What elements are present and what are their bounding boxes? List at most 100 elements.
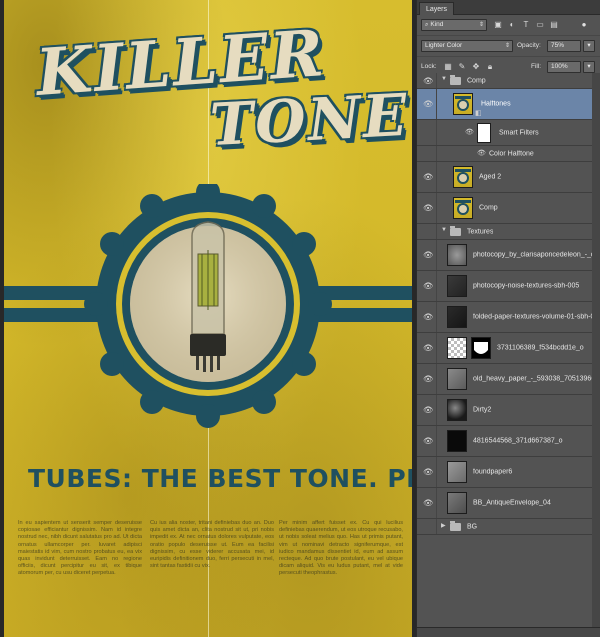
layer-bb-antique-envelope[interactable]: 👁︎ BB_AntiqueEnvelope_04 (417, 488, 600, 519)
layer-name: folded-paper-textures-volume-01-sbh-00 (473, 313, 593, 321)
poster-title-line2: TONE (208, 80, 411, 160)
chevron-right-icon[interactable]: ▶ (441, 522, 446, 529)
layers-scrollbar[interactable] (592, 73, 600, 627)
layer-thumbnail (447, 492, 467, 514)
layer-name: Halftones (481, 100, 511, 108)
layer-name: old_heavy_paper_-_593038_70513966 (473, 375, 593, 383)
search-icon: ⌕ (425, 22, 429, 28)
folder-icon (450, 521, 461, 531)
filter-toggle-icon[interactable]: ● (579, 20, 589, 30)
blend-mode-select[interactable]: Lighter Color ⇕ (421, 40, 513, 52)
folder-icon (450, 226, 461, 236)
layer-color-halftone-filter[interactable]: 👁︎ Color Halftone (417, 146, 600, 162)
vacuum-tube-icon (190, 221, 226, 372)
opacity-value: 75% (551, 42, 565, 49)
layer-smart-filters[interactable]: 👁︎ Smart Filters (417, 120, 600, 146)
filter-smartobject-icon[interactable]: ▤ (549, 20, 559, 30)
layer-comp[interactable]: 👁︎ Comp (417, 193, 600, 224)
eye-icon[interactable]: 👁︎ (423, 76, 433, 85)
layer-4816544568[interactable]: 👁︎ 4816544568_371d667387_o (417, 426, 600, 457)
layer-folded-paper[interactable]: 👁︎ folded-paper-textures-volume-01-sbh-0… (417, 302, 600, 333)
visibility-column: 👁︎ (417, 73, 437, 88)
visibility-column: 👁︎ (417, 193, 437, 223)
layer-photocopy-noise[interactable]: 👁︎ photocopy-noise-textures-sbh-005 (417, 271, 600, 302)
eye-icon[interactable]: 👁︎ (423, 406, 433, 415)
eye-icon[interactable]: 👁︎ (423, 344, 433, 353)
eye-icon[interactable]: 👁︎ (423, 499, 433, 508)
layer-foundpaper6[interactable]: 👁︎ foundpaper6 (417, 457, 600, 488)
layers-panel: Layers ⌕ Kind ⇕ ▣ ◐ T ▭ ▤ ● Lighter Color… (416, 0, 600, 637)
opacity-label: Opacity: (517, 42, 541, 49)
layer-group-bg[interactable]: ▶ BG (417, 519, 600, 535)
layer-thumbnail (453, 166, 473, 188)
visibility-column (417, 224, 437, 239)
lock-all-icon[interactable]: 🔒︎ (485, 62, 495, 72)
layer-dirty2[interactable]: 👁︎ Dirty2 (417, 395, 600, 426)
layer-thumbnail (447, 399, 467, 421)
layer-thumbnail (447, 275, 467, 297)
fill-field[interactable]: 100% (547, 61, 581, 73)
layer-thumbnail (447, 337, 467, 359)
layer-3731106389[interactable]: 👁︎ 3731106389_f534bcdd1e_o (417, 333, 600, 364)
visibility-column: 👁︎ (417, 162, 437, 192)
visibility-column: 👁︎ (417, 364, 437, 394)
layer-name: photocopy-noise-textures-sbh-005 (473, 282, 580, 290)
layer-name: 4816544568_371d667387_o (473, 437, 563, 445)
opacity-dropdown-icon[interactable]: ▾ (583, 40, 595, 52)
tab-layers[interactable]: Layers (419, 2, 455, 15)
visibility-column (417, 146, 437, 161)
panel-tab-bar: Layers (417, 0, 600, 15)
layer-mask-thumbnail (471, 337, 491, 359)
lock-transparent-icon[interactable]: ▦ (443, 62, 453, 72)
eye-icon[interactable]: 👁︎ (423, 173, 433, 182)
filter-adjustment-icon[interactable]: ◐ (507, 20, 517, 30)
eye-icon[interactable]: 👁︎ (423, 204, 433, 213)
eye-icon[interactable]: 👁︎ (423, 437, 433, 446)
lock-label: Lock: (421, 63, 437, 70)
layer-old-heavy-paper[interactable]: 👁︎ old_heavy_paper_-_593038_70513966 (417, 364, 600, 395)
chevron-down-icon[interactable]: ▼ (441, 76, 447, 82)
visibility-column: 👁︎ (417, 271, 437, 301)
eye-icon[interactable]: 👁︎ (477, 149, 486, 157)
fill-label: Fill: (531, 63, 542, 70)
eye-icon[interactable]: 👁︎ (423, 100, 433, 109)
filter-pixel-icon[interactable]: ▣ (493, 20, 503, 30)
lock-brush-icon[interactable]: ✎ (457, 62, 467, 72)
layer-name: foundpaper6 (473, 468, 513, 476)
layer-name: Comp (467, 77, 486, 84)
layer-thumbnail (453, 93, 473, 115)
filter-type-icon[interactable]: T (521, 20, 531, 30)
layer-thumbnail (447, 368, 467, 390)
filter-kind-select[interactable]: ⌕ Kind ⇕ (421, 19, 487, 31)
visibility-column: 👁︎ (417, 89, 437, 119)
eye-icon[interactable]: 👁︎ (423, 282, 433, 291)
eye-icon[interactable]: 👁︎ (423, 251, 433, 260)
eye-icon[interactable]: 👁︎ (423, 375, 433, 384)
layer-group-textures[interactable]: ▼ Textures (417, 224, 600, 240)
eye-icon[interactable]: 👁︎ (423, 468, 433, 477)
layer-aged-2[interactable]: 👁︎ Aged 2 (417, 162, 600, 193)
layer-name: Color Halftone (489, 150, 534, 157)
poster-body-column-3: Per minim affert fuisset ex. Cu qui luci… (279, 520, 403, 577)
layer-group-comp[interactable]: 👁︎ ▼ Comp (417, 73, 600, 89)
visibility-column (417, 120, 437, 145)
smart-object-badge-icon: ◧ (475, 110, 482, 117)
visibility-column: 👁︎ (417, 395, 437, 425)
visibility-column (417, 519, 437, 534)
eye-icon[interactable]: 👁︎ (423, 313, 433, 322)
lock-move-icon[interactable]: ✥ (471, 62, 481, 72)
folder-icon (450, 75, 461, 85)
eye-icon[interactable]: 👁︎ (465, 128, 474, 136)
filter-shape-icon[interactable]: ▭ (535, 20, 545, 30)
layer-thumbnail (447, 244, 467, 266)
layer-photocopy-clarisa[interactable]: 👁︎ photocopy_by_clarisaponcedeleon_-_dev (417, 240, 600, 271)
layer-halftones[interactable]: 👁︎ ◧ Halftones (417, 89, 600, 120)
chevron-down-icon[interactable]: ▼ (441, 227, 447, 233)
document-canvas[interactable]: KILLER TONE TUBES: THE BEST TONE. P In e… (0, 0, 416, 637)
fill-dropdown-icon[interactable]: ▾ (583, 61, 595, 73)
opacity-field[interactable]: 75% (547, 40, 581, 52)
layer-name: BB_AntiqueEnvelope_04 (473, 499, 551, 507)
layer-name: Dirty2 (473, 406, 492, 414)
layer-name: photocopy_by_clarisaponcedeleon_-_dev (473, 251, 593, 259)
visibility-column: 👁︎ (417, 426, 437, 456)
